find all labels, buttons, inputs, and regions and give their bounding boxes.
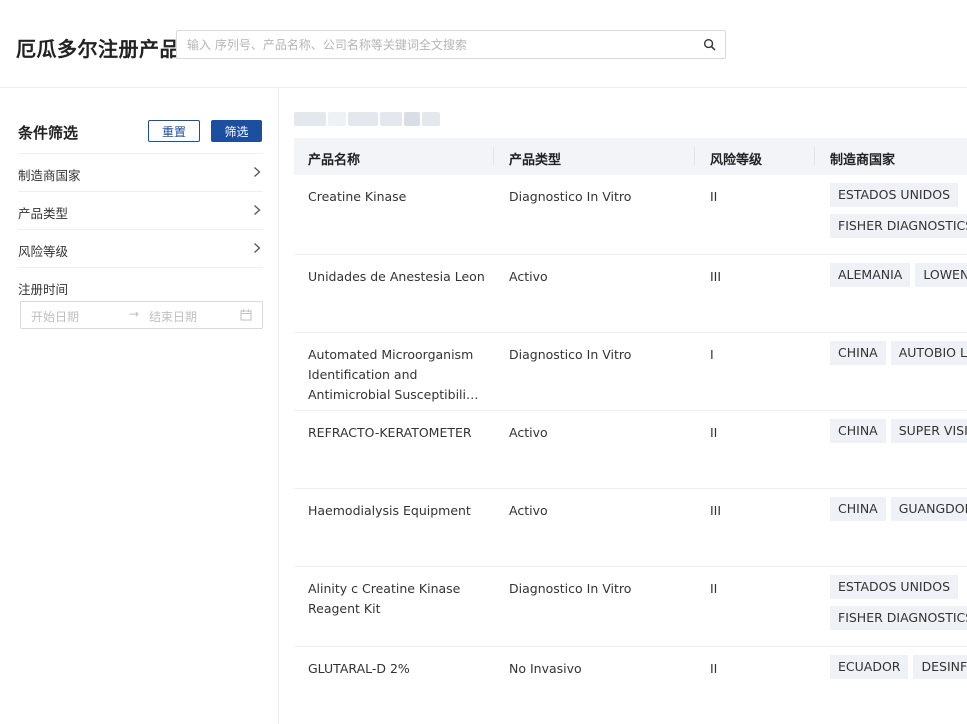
table-row[interactable]: Unidades de Anestesia Leon Activo III AL… bbox=[294, 255, 967, 333]
filter-item-risk-level[interactable]: 风险等级 bbox=[18, 229, 263, 267]
company-tag: FISHER DIAGNOSTICS bbox=[830, 214, 967, 238]
filter-date-label: 注册时间 bbox=[18, 282, 69, 297]
filter-item-label: 制造商国家 bbox=[18, 168, 81, 183]
product-name[interactable]: Haemodialysis Equipment bbox=[308, 501, 498, 521]
product-name[interactable]: Automated Microorganism Identification a… bbox=[308, 345, 498, 405]
table-row[interactable]: GLUTARAL-D 2% No Invasivo II ECUADOR DESI… bbox=[294, 647, 967, 724]
arrow-right-icon: → bbox=[129, 307, 140, 321]
filter-item-product-type[interactable]: 产品类型 bbox=[18, 191, 263, 229]
manufacturer-tags: CHINAGUANGDONG bbox=[830, 497, 967, 528]
top-bar: 厄瓜多尔注册产品 bbox=[0, 0, 967, 88]
filter-header: 条件筛选 重置 筛选 bbox=[18, 120, 262, 144]
product-name[interactable]: Alinity c Creatine Kinase Reagent Kit bbox=[308, 579, 498, 619]
country-tag: ALEMANIA bbox=[830, 263, 911, 287]
manufacturer-tags: ESTADOS UNIDOS FISHER DIAGNOSTICS bbox=[830, 575, 967, 637]
risk-level: II bbox=[710, 425, 718, 440]
page-title: 厄瓜多尔注册产品 bbox=[16, 37, 180, 61]
filter-registration-date: 注册时间 开始日期 → 结束日期 bbox=[18, 267, 263, 337]
search-icon[interactable] bbox=[703, 38, 716, 51]
table-header: 产品名称 产品类型 风险等级 制造商国家 bbox=[294, 138, 967, 175]
product-name[interactable]: GLUTARAL-D 2% bbox=[308, 659, 498, 679]
filter-button[interactable]: 筛选 bbox=[211, 120, 262, 142]
start-date-input[interactable]: 开始日期 bbox=[31, 308, 79, 325]
search-box[interactable] bbox=[176, 30, 726, 59]
country-tag: ESTADOS UNIDOS bbox=[830, 183, 959, 207]
manufacturer-tags: CHINAAUTOBIO LABTEC bbox=[830, 341, 967, 372]
country-tag: CHINA bbox=[830, 341, 886, 365]
manufacturer-tags: CHINASUPER VISION bbox=[830, 419, 967, 450]
risk-level: III bbox=[710, 269, 722, 284]
risk-level: II bbox=[710, 661, 718, 676]
table-row[interactable]: Alinity c Creatine Kinase Reagent Kit Di… bbox=[294, 567, 967, 647]
column-header-risk-level: 风险等级 bbox=[710, 153, 763, 168]
column-divider bbox=[814, 147, 815, 165]
table-row[interactable]: Automated Microorganism Identification a… bbox=[294, 333, 967, 411]
search-input[interactable] bbox=[177, 31, 677, 58]
company-tag: DESINFECTANTES bbox=[913, 655, 967, 679]
filter-item-label: 风险等级 bbox=[18, 244, 69, 259]
product-type: Activo bbox=[509, 425, 548, 440]
filter-title: 条件筛选 bbox=[18, 124, 79, 142]
product-name[interactable]: Unidades de Anestesia Leon bbox=[308, 267, 498, 287]
product-type: Diagnostico In Vitro bbox=[509, 347, 632, 362]
company-tag: FISHER DIAGNOSTICS bbox=[830, 606, 967, 630]
risk-level: I bbox=[710, 347, 714, 362]
filter-item-manufacturer-country[interactable]: 制造商国家 bbox=[18, 153, 263, 191]
filter-sidebar: 条件筛选 重置 筛选 制造商国家 产品类型 风险等级 注册时间 开始日期 → 结… bbox=[0, 88, 279, 724]
column-divider bbox=[694, 147, 695, 165]
manufacturer-tags: ESTADOS UNIDOS FISHER DIAGNOSTICS bbox=[830, 183, 967, 245]
column-header-product-type: 产品类型 bbox=[509, 153, 562, 168]
filter-list: 制造商国家 产品类型 风险等级 注册时间 开始日期 → 结束日期 bbox=[18, 153, 263, 337]
results-panel: 产品名称 产品类型 风险等级 制造商国家 Creatine Kinase Dia… bbox=[280, 88, 967, 724]
end-date-input[interactable]: 结束日期 bbox=[149, 308, 197, 325]
date-range-picker[interactable]: 开始日期 → 结束日期 bbox=[20, 301, 263, 329]
table-row[interactable]: Creatine Kinase Diagnostico In Vitro II … bbox=[294, 175, 967, 255]
company-tag: GUANGDONG bbox=[890, 497, 967, 521]
product-type: Activo bbox=[509, 269, 548, 284]
product-name[interactable]: Creatine Kinase bbox=[308, 187, 498, 207]
risk-level: II bbox=[710, 581, 718, 596]
country-tag: ESTADOS UNIDOS bbox=[830, 575, 959, 599]
table-row[interactable]: Haemodialysis Equipment Activo III CHINA… bbox=[294, 489, 967, 567]
country-tag: CHINA bbox=[830, 419, 886, 443]
calendar-icon[interactable] bbox=[240, 309, 252, 321]
product-type: Activo bbox=[509, 503, 548, 518]
product-type: No Invasivo bbox=[509, 661, 582, 676]
chevron-right-icon bbox=[254, 167, 261, 177]
results-table: 产品名称 产品类型 风险等级 制造商国家 Creatine Kinase Dia… bbox=[294, 138, 967, 724]
manufacturer-tags: ALEMANIALOWENSTEIN bbox=[830, 263, 967, 294]
column-header-product-name: 产品名称 bbox=[308, 153, 361, 168]
product-type: Diagnostico In Vitro bbox=[509, 189, 632, 204]
table-row[interactable]: REFRACTO-KERATOMETER Activo II CHINA SUPE… bbox=[294, 411, 967, 489]
manufacturer-tags: ECUADORDESINFECTANTES bbox=[830, 655, 967, 686]
product-name[interactable]: REFRACTO-KERATOMETER bbox=[308, 423, 498, 443]
reset-button[interactable]: 重置 bbox=[148, 120, 200, 142]
chevron-right-icon bbox=[254, 243, 261, 253]
column-header-manufacturer-country: 制造商国家 bbox=[830, 153, 896, 168]
company-tag: LOWENSTEIN bbox=[915, 263, 967, 287]
column-divider bbox=[493, 147, 494, 165]
company-tag: SUPER VISION bbox=[890, 419, 967, 443]
company-tag: AUTOBIO LABTEC bbox=[890, 341, 967, 365]
country-tag: CHINA bbox=[830, 497, 886, 521]
risk-level: III bbox=[710, 503, 722, 518]
filter-item-label: 产品类型 bbox=[18, 206, 69, 221]
country-tag: ECUADOR bbox=[830, 655, 909, 679]
risk-level: II bbox=[710, 189, 718, 204]
product-type: Diagnostico In Vitro bbox=[509, 581, 632, 596]
chevron-right-icon bbox=[254, 205, 261, 215]
